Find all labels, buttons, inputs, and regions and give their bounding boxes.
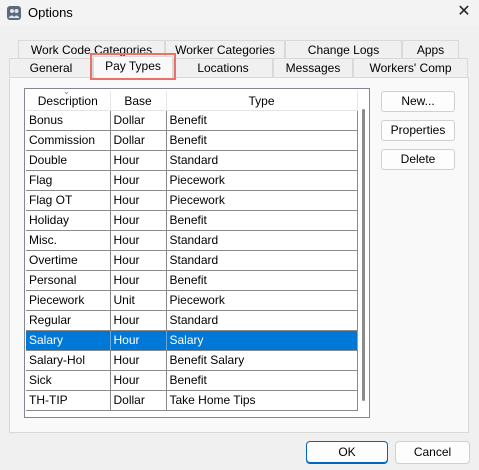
cell-base: Dollar: [110, 390, 167, 411]
tab-locations[interactable]: Locations: [173, 58, 273, 78]
cell-base: Hour: [110, 350, 167, 371]
tab-worker-categories[interactable]: Worker Categories: [165, 40, 285, 60]
cell-description: Salary: [26, 330, 111, 351]
cell-description: Misc.: [26, 230, 111, 251]
table-row[interactable]: Misc. Hour Standard: [26, 230, 358, 251]
cell-type: Piecework: [166, 170, 358, 191]
tab-general[interactable]: General: [9, 58, 93, 78]
cell-description: Regular: [26, 310, 111, 331]
cell-base: Hour: [110, 230, 167, 251]
table-row[interactable]: Double Hour Standard: [26, 150, 358, 171]
pay-types-list[interactable]: ⌄ Description Base Type Bonus Dollar Benef…: [24, 88, 370, 418]
cell-type: Standard: [166, 150, 358, 171]
cell-description: Salary-Hol: [26, 350, 111, 371]
table-row[interactable]: Personal Hour Benefit: [26, 270, 358, 291]
cell-description: Piecework: [26, 290, 111, 311]
column-header-type[interactable]: Type: [166, 91, 358, 111]
tab-apps[interactable]: Apps: [402, 40, 459, 60]
table-row[interactable]: Flag Hour Piecework: [26, 170, 358, 191]
cell-type: Standard: [166, 310, 358, 331]
table-row[interactable]: Commission Dollar Benefit: [26, 130, 358, 151]
table-row[interactable]: Regular Hour Standard: [26, 310, 358, 331]
properties-button[interactable]: Properties: [381, 120, 455, 141]
cell-type: Benefit: [166, 370, 358, 391]
pay-types-table: ⌄ Description Base Type Bonus Dollar Benef…: [26, 88, 358, 411]
cell-description: Holiday: [26, 210, 111, 231]
cell-base: Hour: [110, 170, 167, 191]
cell-base: Hour: [110, 190, 167, 211]
cell-base: Dollar: [110, 130, 167, 151]
cell-base: Dollar: [110, 110, 167, 131]
column-header-base[interactable]: Base: [110, 91, 167, 111]
table-row[interactable]: Bonus Dollar Benefit: [26, 110, 358, 131]
table-row[interactable]: Piecework Unit Piecework: [26, 290, 358, 311]
scrollbar-thumb[interactable]: [362, 109, 365, 401]
cell-type: Benefit: [166, 110, 358, 131]
new-button[interactable]: New...: [381, 91, 455, 112]
cell-base: Hour: [110, 150, 167, 171]
ok-button[interactable]: OK: [306, 441, 388, 464]
table-row[interactable]: Sick Hour Benefit: [26, 370, 358, 391]
cell-type: Piecework: [166, 290, 358, 311]
cell-base: Hour: [110, 310, 167, 331]
cell-description: Bonus: [26, 110, 111, 131]
tab-change-logs[interactable]: Change Logs: [285, 40, 402, 60]
cell-description: TH-TIP: [26, 390, 111, 411]
table-row[interactable]: Salary-Hol Hour Benefit Salary: [26, 350, 358, 371]
cell-type: Standard: [166, 230, 358, 251]
cell-type: Piecework: [166, 190, 358, 211]
cell-description: Overtime: [26, 250, 111, 271]
cell-description: Sick: [26, 370, 111, 391]
delete-button[interactable]: Delete: [381, 149, 455, 170]
cell-base: Hour: [110, 270, 167, 291]
cell-description: Flag OT: [26, 190, 111, 211]
table-row[interactable]: Overtime Hour Standard: [26, 250, 358, 271]
cell-base: Hour: [110, 330, 167, 351]
tab-messages[interactable]: Messages: [273, 58, 353, 78]
cell-type: Benefit: [166, 270, 358, 291]
cell-type: Take Home Tips: [166, 390, 358, 411]
people-group-icon: [7, 6, 21, 20]
tab-pay-types[interactable]: Pay Types: [93, 56, 173, 78]
cell-type: Salary: [166, 330, 358, 351]
cell-type: Benefit: [166, 130, 358, 151]
vertical-scrollbar[interactable]: [358, 89, 369, 417]
table-header-row: ⌄ Description Base Type: [26, 88, 358, 111]
sort-chevron-down-icon: ⌄: [63, 88, 70, 96]
cancel-button[interactable]: Cancel: [395, 441, 470, 464]
cell-base: Hour: [110, 210, 167, 231]
title-bar: Options ✕: [0, 0, 479, 26]
cell-description: Personal: [26, 270, 111, 291]
table-row[interactable]: Flag OT Hour Piecework: [26, 190, 358, 211]
cell-description: Commission: [26, 130, 111, 151]
tab-workers-comp[interactable]: Workers' Comp: [353, 58, 468, 78]
table-row[interactable]: TH-TIP Dollar Take Home Tips: [26, 390, 358, 411]
cell-description: Flag: [26, 170, 111, 191]
cell-type: Benefit Salary: [166, 350, 358, 371]
cell-description: Double: [26, 150, 111, 171]
table-row-selected[interactable]: Salary Hour Salary: [26, 330, 358, 351]
close-icon[interactable]: ✕: [452, 1, 476, 23]
cell-base: Hour: [110, 250, 167, 271]
cell-base: Unit: [110, 290, 167, 311]
cell-base: Hour: [110, 370, 167, 391]
cell-type: Benefit: [166, 210, 358, 231]
window-title: Options: [28, 5, 73, 20]
column-header-description[interactable]: ⌄ Description: [26, 88, 111, 111]
cell-type: Standard: [166, 250, 358, 271]
table-row[interactable]: Holiday Hour Benefit: [26, 210, 358, 231]
